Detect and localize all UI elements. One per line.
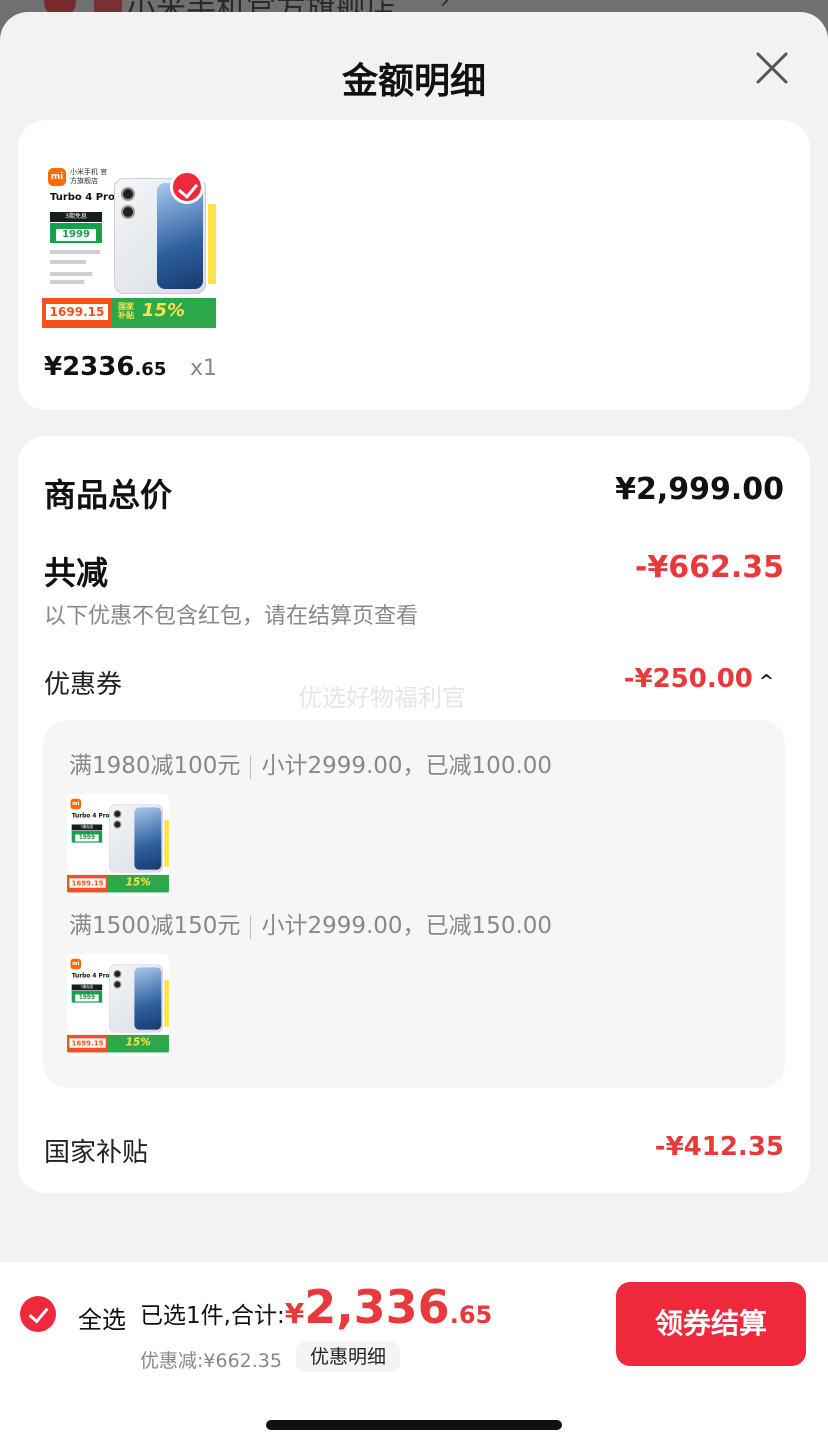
thumb-subsidy-price-box: 1699.15 xyxy=(67,874,109,893)
thumb-model: Turbo 4 Pro xyxy=(71,972,110,980)
total-summary: 已选1件,合计:¥2,336.65 xyxy=(140,1280,492,1334)
coupon-summary-text: 小计2999.00，已减100.00 xyxy=(261,753,553,779)
thumb-line xyxy=(50,272,92,276)
checkout-button[interactable]: 领券结算 xyxy=(616,1282,806,1366)
amount-detail-sheet: 金额明细 mi 小米手机 官方旗舰店 Turbo 4 Pro 3期免息 1999 xyxy=(0,12,828,1448)
camera-icon xyxy=(121,187,135,201)
mi-logo-icon: mi xyxy=(48,168,66,186)
thumb-price: 1999 xyxy=(56,229,96,241)
thumb-subsidy-price-box: 1699.15 xyxy=(42,298,112,328)
camera-icon xyxy=(113,980,122,989)
thumb-subsidy-price: 1699.15 xyxy=(69,878,106,888)
home-indicator-area xyxy=(0,1372,828,1448)
coupon-product-image: mi Turbo 4 Pro 3期免息 1999 1699.15 15% xyxy=(67,954,169,1056)
thumb-subsidy-price: 1699.15 xyxy=(69,1038,106,1048)
reduce-row: 共减 -¥662.35 xyxy=(44,548,784,592)
thumb-side-banner xyxy=(208,204,216,284)
coupon-product-thumbnail: mi Turbo 4 Pro 3期免息 1999 1699.15 15% xyxy=(67,794,169,896)
thumb-price-box: 1999 xyxy=(50,223,102,243)
sheet-title: 金额明细 xyxy=(341,61,486,102)
total-row: 商品总价 ¥2,999.00 xyxy=(44,470,784,514)
thumb-model: Turbo 4 Pro xyxy=(50,192,115,203)
product-image: mi 小米手机 官方旗舰店 Turbo 4 Pro 3期免息 1999 1699… xyxy=(42,160,216,334)
thumb-tag: 3期免息 xyxy=(71,824,103,831)
thumb-line xyxy=(50,280,84,284)
coupon-product-thumbnail: mi Turbo 4 Pro 3期免息 1999 1699.15 15% xyxy=(67,954,169,1056)
divider xyxy=(250,754,252,779)
thumb-side-banner xyxy=(164,979,169,1027)
mi-logo-icon: mi xyxy=(70,958,82,970)
total-label: 商品总价 xyxy=(44,476,173,514)
thumb-tag: 3期免息 xyxy=(71,984,103,991)
total-amount-int: 2,336 xyxy=(304,1280,450,1334)
mi-logo-icon: mi xyxy=(70,798,82,810)
product-price-dec: .65 xyxy=(134,359,167,380)
thumb-price-box: 1999 xyxy=(71,830,103,843)
product-card: mi 小米手机 官方旗舰店 Turbo 4 Pro 3期免息 1999 1699… xyxy=(18,120,810,410)
coupon-rule-text: 满1980减100元 xyxy=(69,753,241,779)
thumb-subsidy-price: 1699.15 xyxy=(46,304,108,320)
home-indicator[interactable] xyxy=(266,1420,562,1430)
thumb-subsidy-pct: 15% xyxy=(125,876,151,889)
total-amount-dec: .65 xyxy=(449,1301,493,1329)
checkout-bar: 全选 已选1件,合计:¥2,336.65 优惠减:¥662.35 优惠明细 领券… xyxy=(0,1262,828,1372)
coupon-label: 优惠券 xyxy=(44,670,123,700)
thumb-store-name: 小米手机 官方旗舰店 xyxy=(70,168,108,185)
camera-icon xyxy=(113,969,122,979)
camera-icon xyxy=(113,820,122,829)
product-thumbnail[interactable]: mi 小米手机 官方旗舰店 Turbo 4 Pro 3期免息 1999 1699… xyxy=(42,160,216,334)
phone-screen xyxy=(134,807,162,870)
phone-screen xyxy=(134,967,162,1030)
thumb-subsidy-pct: 15% xyxy=(125,1036,151,1049)
thumb-line xyxy=(50,250,100,254)
thumb-subsidy-box: 国家 补贴 15% xyxy=(112,298,216,328)
thumb-price-box: 1999 xyxy=(71,990,103,1003)
camera-icon xyxy=(121,205,135,219)
phone-image xyxy=(109,964,164,1033)
discount-summary: 优惠减:¥662.35 xyxy=(140,1350,282,1372)
select-all-checkbox[interactable] xyxy=(20,1296,56,1332)
thumb-line xyxy=(50,260,86,264)
coupon-list: 满1980减100元 小计2999.00，已减100.00 mi Turbo 4 … xyxy=(43,720,785,1088)
thumb-subsidy-box: 15% xyxy=(108,1034,169,1053)
thumb-subsidy-pct: 15% xyxy=(142,300,186,321)
thumb-subsidy-box: 15% xyxy=(108,874,169,893)
reduce-label: 共减 xyxy=(44,554,109,592)
subsidy-label: 国家补贴 xyxy=(44,1138,149,1168)
thumb-model: Turbo 4 Pro xyxy=(71,812,110,820)
coupon-product-image: mi Turbo 4 Pro 3期免息 1999 1699.15 15% xyxy=(67,794,169,896)
coupon-summary-text: 小计2999.00，已减150.00 xyxy=(261,913,553,939)
camera-icon xyxy=(113,809,122,819)
watermark: 优选好物福利官 xyxy=(298,684,466,712)
coupon-rule-1: 满1980减100元 小计2999.00，已减100.00 xyxy=(69,746,552,780)
subsidy-value: -¥412.35 xyxy=(654,1132,784,1162)
subsidy-row: 国家补贴 -¥412.35 xyxy=(44,1132,784,1168)
thumb-subsidy-price-box: 1699.15 xyxy=(67,1034,109,1053)
divider xyxy=(250,914,252,939)
check-badge-icon xyxy=(170,170,204,204)
product-quantity: x1 xyxy=(190,356,218,381)
close-icon[interactable] xyxy=(752,48,798,88)
total-currency: ¥ xyxy=(284,1297,305,1330)
selected-text: 已选1件,合计: xyxy=(140,1303,285,1329)
product-price-int: ¥2336 xyxy=(44,352,135,382)
thumb-price: 1999 xyxy=(75,994,99,1002)
product-price: ¥2336.65 xyxy=(44,352,166,382)
price-detail-card: 商品总价 ¥2,999.00 共减 -¥662.35 以下优惠不包含红包，请在结… xyxy=(18,436,810,1193)
chevron-up-icon: ^ xyxy=(758,671,774,692)
thumb-side-banner xyxy=(164,819,169,867)
phone-image xyxy=(109,804,164,873)
discount-detail-button[interactable]: 优惠明细 xyxy=(296,1342,401,1372)
coupon-rule-text: 满1500减150元 xyxy=(69,913,241,939)
thumb-subsidy-label: 国家 补贴 xyxy=(118,302,134,320)
coupon-value[interactable]: -¥250.00 ^ xyxy=(624,664,774,694)
select-all-label[interactable]: 全选 xyxy=(78,1300,126,1335)
total-value: ¥2,999.00 xyxy=(615,472,784,507)
thumb-tag: 3期免息 xyxy=(50,212,102,222)
coupon-amount: -¥250.00 xyxy=(623,664,753,694)
coupon-rule-2: 满1500减150元 小计2999.00，已减150.00 xyxy=(69,906,552,940)
reduce-value: -¥662.35 xyxy=(634,550,784,585)
thumb-price: 1999 xyxy=(75,834,99,842)
reduce-note: 以下优惠不包含红包，请在结算页查看 xyxy=(44,604,419,629)
